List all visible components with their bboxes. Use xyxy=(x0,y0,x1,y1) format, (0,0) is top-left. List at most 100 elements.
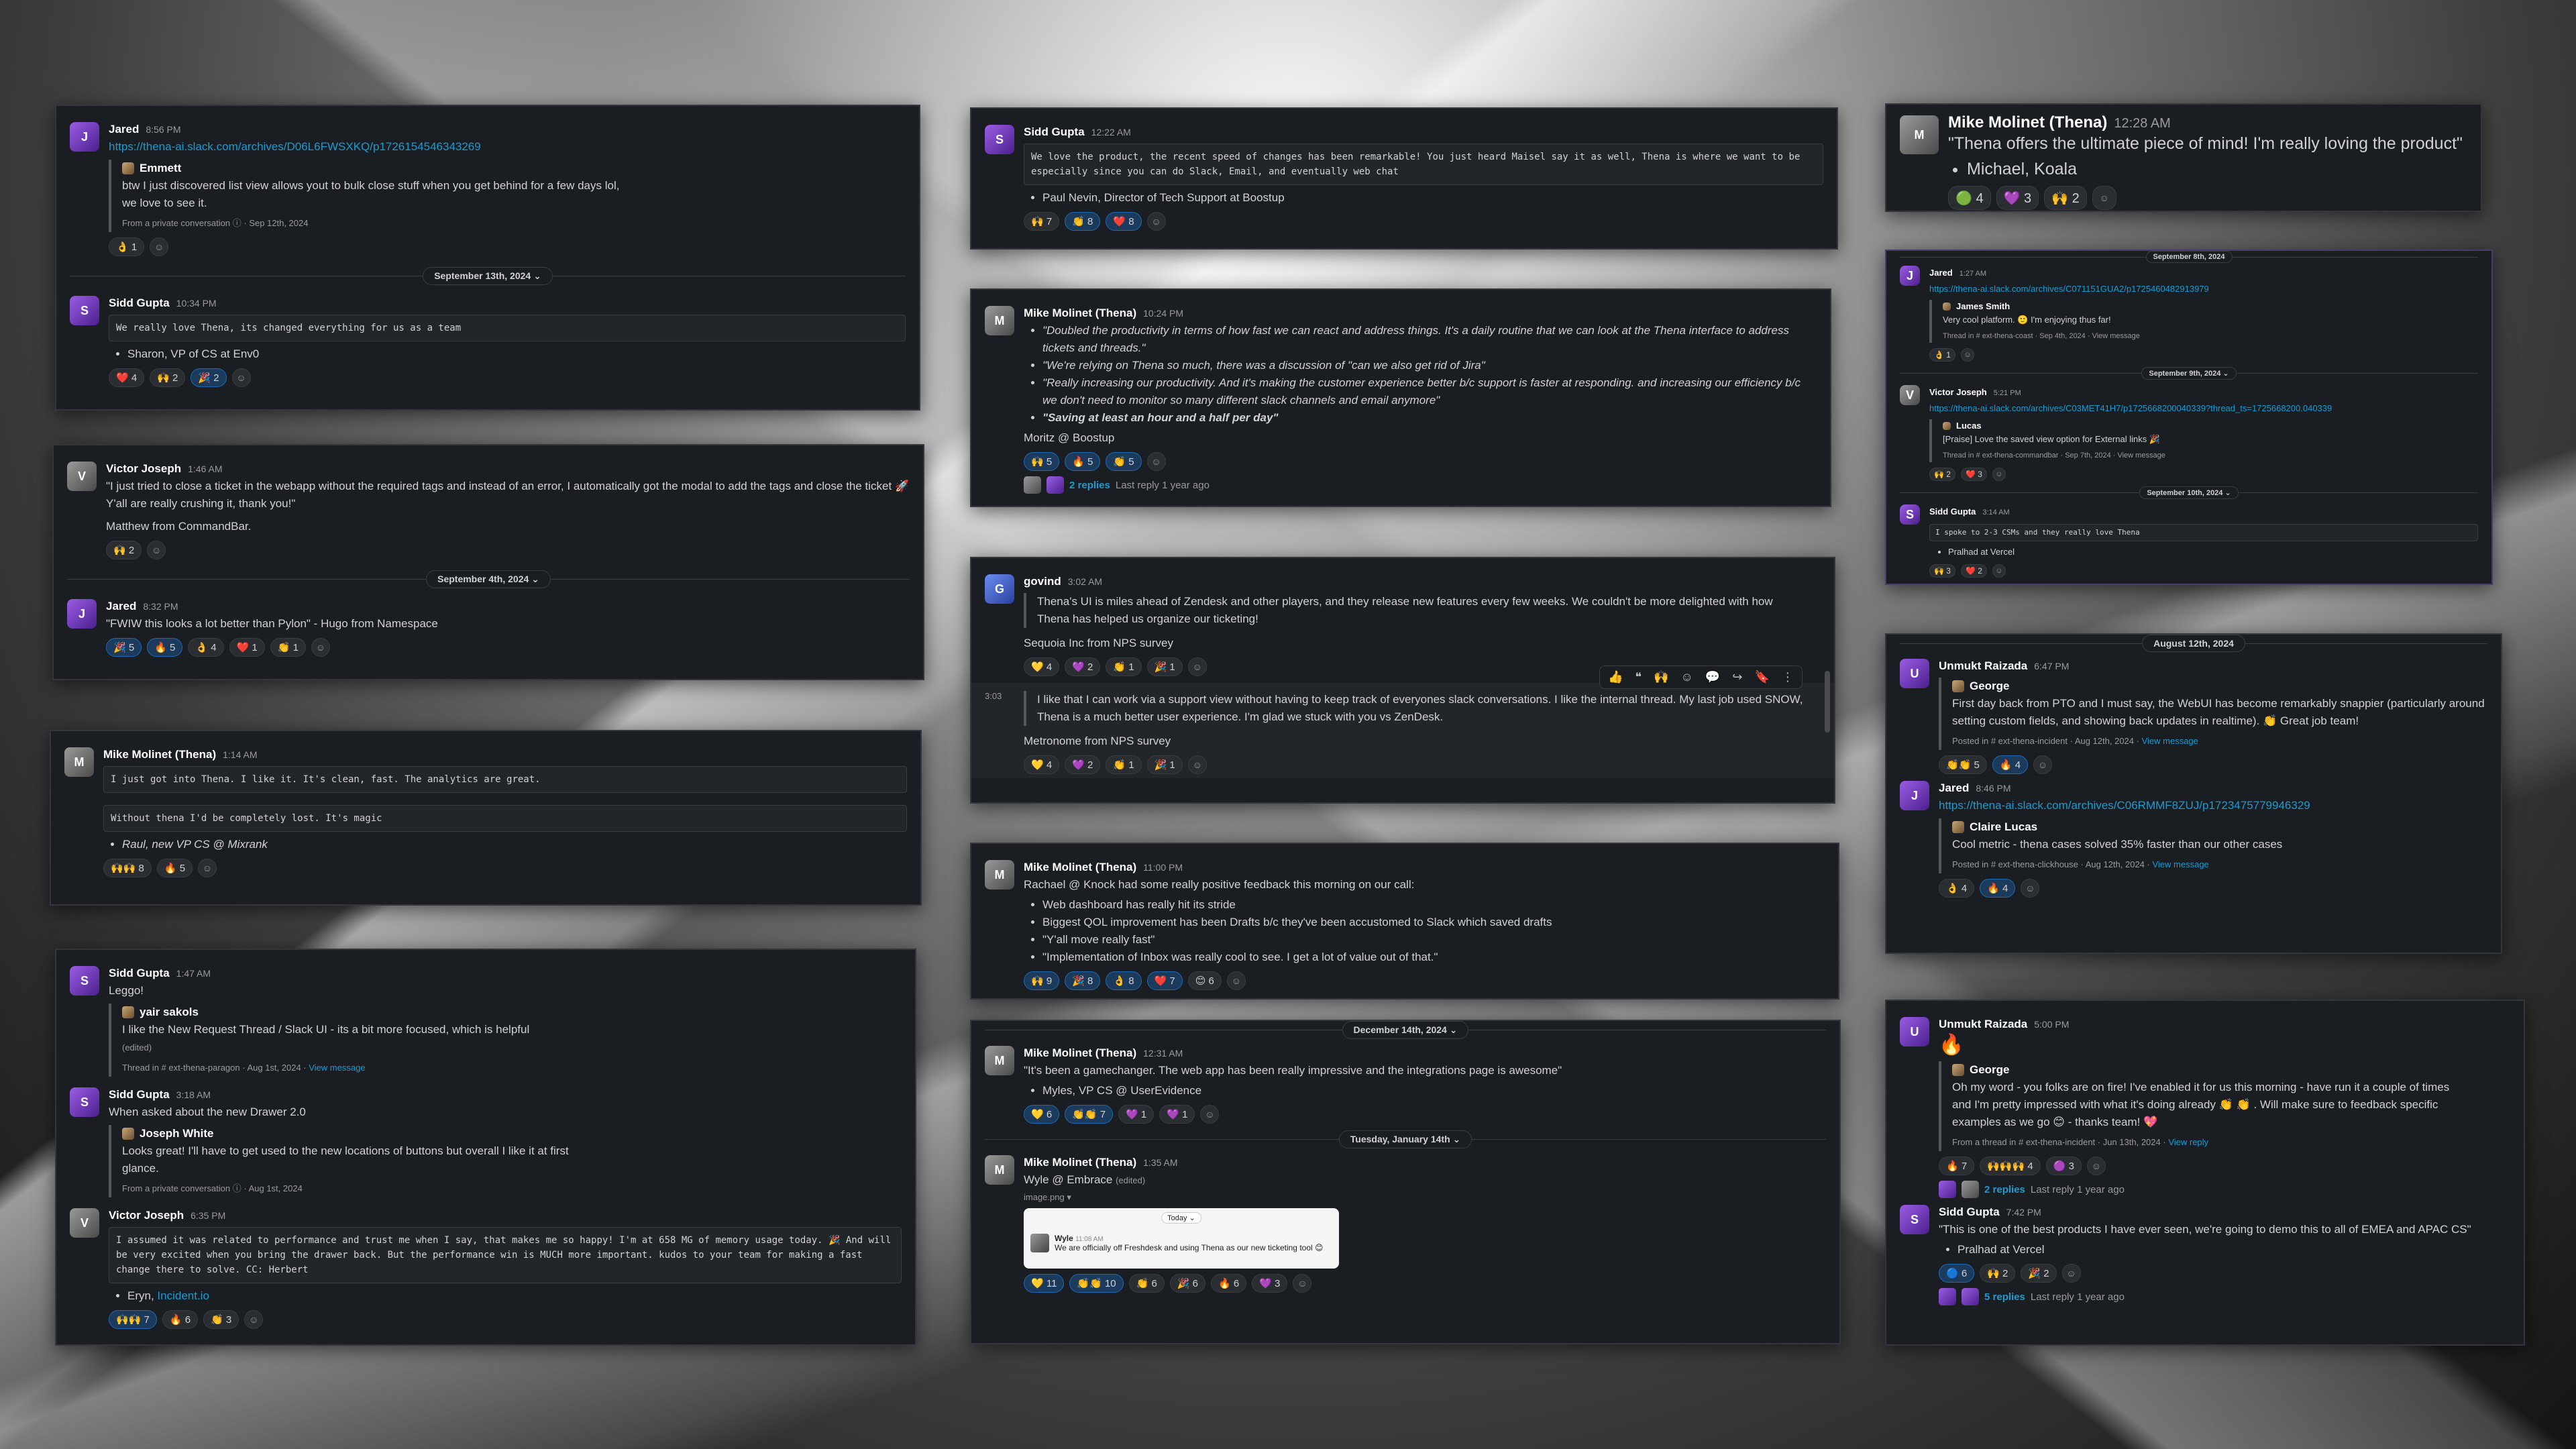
reaction[interactable]: 💜 3 xyxy=(1252,1274,1288,1293)
quoted-author[interactable]: George xyxy=(1970,1061,2010,1079)
quoted-author[interactable]: Emmett xyxy=(140,160,181,177)
replies-count[interactable]: 2 replies xyxy=(1069,480,1110,491)
author-name[interactable]: Mike Molinet (Thena) xyxy=(103,748,216,761)
add-reaction-icon[interactable]: ☺ xyxy=(1681,670,1693,684)
timestamp[interactable]: 8:32 PM xyxy=(143,601,178,612)
reaction[interactable]: 👏 6 xyxy=(1128,1274,1165,1293)
add-reaction-icon[interactable]: ☺ xyxy=(244,1310,264,1329)
quote-icon[interactable]: ❝ xyxy=(1635,670,1642,684)
reaction[interactable]: 😊 6 xyxy=(1187,971,1222,990)
add-reaction-icon[interactable]: ☺ xyxy=(1960,348,1974,362)
reaction[interactable]: 💛 11 xyxy=(1024,1274,1065,1293)
date-divider[interactable]: September 8th, 2024 xyxy=(2145,251,2233,263)
add-reaction-icon[interactable]: ☺ xyxy=(1187,657,1207,676)
add-reaction-icon[interactable]: ☺ xyxy=(2061,1264,2081,1283)
reaction[interactable]: 🔥 4 xyxy=(1992,755,2029,774)
timestamp[interactable]: 5:21 PM xyxy=(1994,389,2021,397)
thumbs-up-icon[interactable]: 👍 xyxy=(1608,670,1623,684)
avatar[interactable]: S xyxy=(1900,1205,1929,1234)
reaction[interactable]: 👏 1 xyxy=(270,638,306,657)
timestamp[interactable]: 3:18 AM xyxy=(176,1089,211,1100)
timestamp[interactable]: 12:22 AM xyxy=(1091,127,1131,138)
avatar[interactable]: S xyxy=(70,1087,99,1117)
reaction[interactable]: 👌 1 xyxy=(1929,348,1955,362)
reaction[interactable]: ❤️ 2 xyxy=(1960,564,1987,578)
view-message-link[interactable]: View message xyxy=(2142,736,2198,746)
view-message-link[interactable]: View message xyxy=(2152,859,2208,869)
reaction[interactable]: 💜 1 xyxy=(1159,1105,1195,1124)
avatar[interactable]: J xyxy=(1900,266,1920,286)
scrollbar[interactable] xyxy=(1825,671,1830,733)
timestamp[interactable]: 7:42 PM xyxy=(2006,1207,2041,1218)
quoted-author[interactable]: James Smith xyxy=(1956,300,2010,313)
timestamp[interactable]: 6:35 PM xyxy=(191,1210,225,1221)
timestamp[interactable]: 8:46 PM xyxy=(1976,783,2010,794)
view-message-link[interactable]: View message xyxy=(309,1063,365,1073)
add-reaction-icon[interactable]: ☺ xyxy=(1226,971,1246,990)
reaction[interactable]: 👏👏 10 xyxy=(1069,1274,1124,1293)
reaction[interactable]: 🔥 6 xyxy=(1211,1274,1247,1293)
thread-replies[interactable]: 2 replies Last reply 1 year ago xyxy=(1024,476,1817,494)
reaction[interactable]: 🙌 3 xyxy=(1929,564,1955,578)
message-link[interactable]: https://thena-ai.slack.com/archives/D06L… xyxy=(109,138,906,156)
reaction[interactable]: 💛 6 xyxy=(1024,1105,1060,1124)
author-name[interactable]: Sidd Gupta xyxy=(109,1088,170,1101)
avatar[interactable]: S xyxy=(70,296,99,325)
reaction[interactable]: 🙌🙌 7 xyxy=(109,1310,157,1329)
author-name[interactable]: Sidd Gupta xyxy=(1939,1205,2000,1218)
timestamp[interactable]: 3:14 AM xyxy=(1982,508,2009,517)
add-reaction-icon[interactable]: ☺ xyxy=(1992,468,2006,481)
replies-count[interactable]: 2 replies xyxy=(1984,1184,2025,1195)
reaction[interactable]: 🎉 8 xyxy=(1065,971,1101,990)
timestamp[interactable]: 1:46 AM xyxy=(188,464,222,474)
avatar[interactable]: S xyxy=(1900,504,1920,525)
timestamp[interactable]: 1:47 AM xyxy=(176,968,211,979)
author-name[interactable]: Sidd Gupta xyxy=(109,967,170,979)
add-reaction-icon[interactable]: ☺ xyxy=(1187,755,1207,774)
avatar[interactable]: M xyxy=(64,747,94,777)
reaction[interactable]: 💛 4 xyxy=(1024,657,1060,676)
reaction[interactable]: 🙌 7 xyxy=(1024,212,1060,231)
reaction[interactable]: 👌 1 xyxy=(109,237,145,256)
reaction[interactable]: 🔥 5 xyxy=(1065,452,1101,471)
author-name[interactable]: Jared xyxy=(106,600,136,612)
image-attachment[interactable]: Today ⌄ Wyle 11:08 AM We are officially … xyxy=(1024,1208,1339,1269)
add-reaction-icon[interactable]: ☺ xyxy=(1146,452,1166,471)
timestamp[interactable]: 3:03 xyxy=(985,687,1014,774)
reaction[interactable]: 🔥 4 xyxy=(1980,879,2016,898)
reaction[interactable]: 🔥 5 xyxy=(147,638,183,657)
avatar[interactable]: M xyxy=(985,860,1014,890)
more-actions-icon[interactable]: ⋮ xyxy=(1782,670,1794,684)
add-reaction-icon[interactable]: ☺ xyxy=(311,638,330,657)
message-link[interactable]: https://thena-ai.slack.com/archives/C03M… xyxy=(1929,402,2478,415)
reaction[interactable]: 💜 1 xyxy=(1118,1105,1155,1124)
author-name[interactable]: Jared xyxy=(109,123,139,136)
quoted-author[interactable]: Joseph White xyxy=(140,1125,214,1142)
date-divider[interactable]: Tuesday, January 14th ⌄ xyxy=(1338,1130,1472,1148)
avatar[interactable]: M xyxy=(985,306,1014,335)
reaction[interactable]: 🎉 2 xyxy=(2021,1264,2057,1283)
author-name[interactable]: Jared xyxy=(1939,782,1969,794)
author-name[interactable]: Unmukt Raizada xyxy=(1939,1018,2027,1030)
reaction[interactable]: 💜 3 xyxy=(1996,186,2039,210)
timestamp[interactable]: 6:47 PM xyxy=(2034,661,2069,672)
reaction[interactable]: 🔥 7 xyxy=(1939,1157,1975,1175)
reaction[interactable]: 🙌 2 xyxy=(150,368,186,387)
view-reply-link[interactable]: View reply xyxy=(2168,1137,2208,1147)
link[interactable]: Incident.io xyxy=(157,1289,209,1302)
message-link[interactable]: https://thena-ai.slack.com/archives/C06R… xyxy=(1939,797,2487,814)
avatar[interactable]: G xyxy=(985,574,1014,604)
author-name[interactable]: Victor Joseph xyxy=(106,462,181,475)
timestamp[interactable]: 1:27 AM xyxy=(1960,270,1986,278)
author-name[interactable]: Mike Molinet (Thena) xyxy=(1024,307,1136,319)
date-divider[interactable]: September 13th, 2024 ⌄ xyxy=(423,267,553,285)
reaction[interactable]: 🔵 6 xyxy=(1939,1264,1975,1283)
reaction[interactable]: 🟢 4 xyxy=(1948,186,1991,210)
author-name[interactable]: Unmukt Raizada xyxy=(1939,659,2027,672)
timestamp[interactable]: 1:35 AM xyxy=(1143,1157,1177,1168)
reaction[interactable]: 🙌🙌 8 xyxy=(103,859,152,877)
raised-hands-icon[interactable]: 🙌 xyxy=(1654,670,1668,684)
reaction[interactable]: 🟣 3 xyxy=(2045,1157,2082,1175)
date-divider[interactable]: September 10th, 2024 ⌄ xyxy=(2139,486,2239,499)
reaction[interactable]: 👏 5 xyxy=(1106,452,1142,471)
